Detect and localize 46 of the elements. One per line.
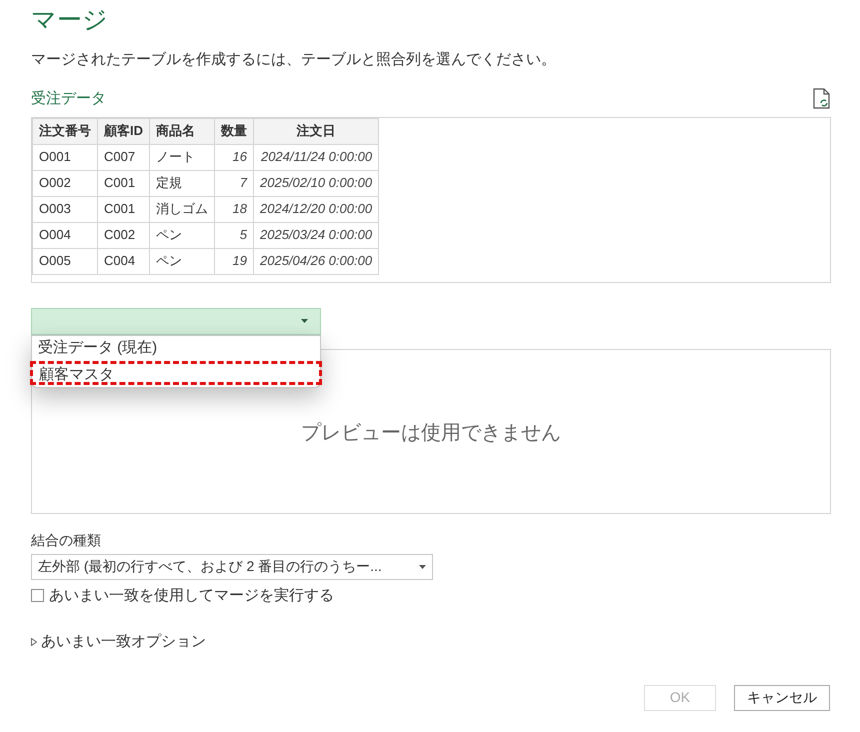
table-cell: C002 [98, 222, 150, 248]
join-kind-label: 結合の種類 [31, 530, 102, 550]
column-header: 注文番号 [32, 118, 98, 144]
table-cell: O002 [32, 170, 98, 196]
table-cell: C001 [98, 196, 150, 222]
dropdown-option[interactable]: 顧客マスタ [30, 360, 322, 384]
checkbox-label: あいまい一致を使用してマージを実行する [49, 586, 334, 606]
table-cell: 2024/11/24 0:00:00 [254, 144, 379, 170]
table-cell: C001 [98, 170, 150, 196]
table-cell: 2025/04/26 0:00:00 [254, 248, 379, 274]
table-cell: C004 [98, 248, 150, 274]
column-header: 顧客ID [98, 118, 150, 144]
description-text: マージされたテーブルを作成するには、テーブルと照合列を選んでください。 [31, 50, 557, 70]
table-cell: O003 [32, 196, 98, 222]
table-cell: 消しゴム [150, 196, 214, 222]
column-header: 商品名 [150, 118, 214, 144]
join-kind-select[interactable]: 左外部 (最初の行すべて、および 2 番目の行のうちー... [31, 554, 433, 580]
caret-icon [301, 319, 308, 323]
caret-icon [419, 564, 426, 568]
table-cell: ペン [150, 222, 214, 248]
table-cell: O001 [32, 144, 98, 170]
table-cell: O005 [32, 248, 98, 274]
table-cell: 18 [214, 196, 254, 222]
table-cell: C007 [98, 144, 150, 170]
table-cell: 5 [214, 222, 254, 248]
fuzzy-options-toggle[interactable]: あいまい一致オプション [31, 631, 206, 654]
dialog-title: マージ [31, 5, 109, 36]
table-cell: 2025/03/24 0:00:00 [254, 222, 379, 248]
table-cell: 7 [214, 170, 254, 196]
table-name-label: 受注データ [31, 89, 106, 109]
column-header: 数量 [214, 118, 254, 144]
refresh-document-icon[interactable] [813, 88, 831, 110]
cancel-button[interactable]: キャンセル [734, 684, 830, 710]
table-cell: 19 [214, 248, 254, 274]
table-cell: 定規 [150, 170, 214, 196]
table-cell: 16 [214, 144, 254, 170]
expand-triangle-icon [31, 638, 37, 646]
table-cell: 2024/12/20 0:00:00 [254, 196, 379, 222]
column-header: 注文日 [254, 118, 379, 144]
table-cell: 2025/02/10 0:00:00 [254, 170, 379, 196]
preview-message: プレビューは使用できません [301, 421, 561, 446]
table-cell: ペン [150, 248, 214, 274]
checkbox[interactable] [31, 589, 44, 602]
dropdown-option[interactable]: 受注データ (現在) [32, 336, 320, 360]
table-cell: O004 [32, 222, 98, 248]
table-cell: ノート [150, 144, 214, 170]
